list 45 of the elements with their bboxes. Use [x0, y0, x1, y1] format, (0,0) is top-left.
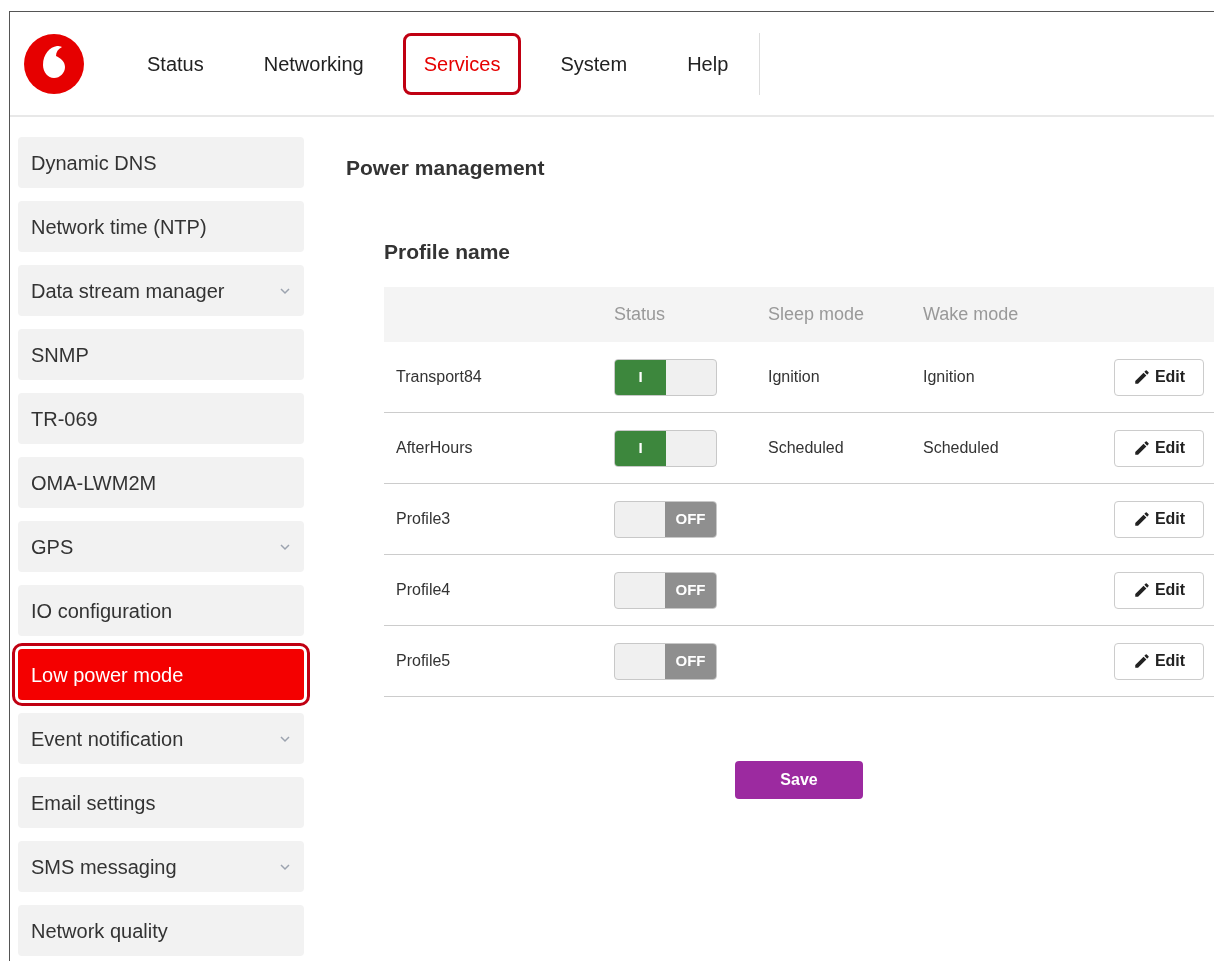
pencil-icon: [1132, 581, 1151, 599]
toggle-switch[interactable]: I: [614, 429, 717, 467]
sidebar-item[interactable]: OMA-LWM2M: [18, 457, 304, 508]
sleep-mode: Scheduled: [768, 439, 844, 456]
toggle-switch[interactable]: I: [614, 358, 717, 396]
pencil-icon: [1132, 510, 1151, 528]
edit-button[interactable]: Edit: [1114, 571, 1204, 609]
pencil-icon: [1132, 368, 1151, 386]
nav-tab[interactable]: Status: [126, 32, 225, 95]
pencil-icon: [1132, 439, 1151, 457]
sidebar-item[interactable]: SMS messaging: [18, 841, 304, 892]
nav-tab[interactable]: System: [539, 32, 649, 95]
edit-button[interactable]: Edit: [1114, 358, 1204, 396]
sidebar-item[interactable]: Event notification: [18, 713, 304, 764]
page-title: Power management: [346, 155, 546, 181]
column-header: Sleep mode: [768, 303, 866, 326]
nav-tab[interactable]: Help: [666, 32, 750, 95]
sidebar-item[interactable]: TR-069: [18, 393, 304, 444]
profile-name: Transport84: [395, 367, 483, 387]
sidebar-item[interactable]: Email settings: [18, 777, 304, 828]
sidebar-item[interactable]: IO configuration: [18, 585, 304, 636]
profile-name: AfterHours: [395, 438, 474, 458]
wake-mode: Scheduled: [923, 439, 999, 456]
sidebar-item[interactable]: Network time (NTP): [18, 201, 304, 252]
profile-name: Profile5: [395, 651, 452, 671]
profile-name: Profile4: [395, 580, 452, 600]
sidebar-item[interactable]: Data stream manager: [18, 265, 304, 316]
save-button[interactable]: Save: [735, 761, 863, 799]
column-header: Status: [614, 303, 667, 326]
nav-tab[interactable]: Services: [402, 32, 522, 95]
nav-tab[interactable]: Networking: [242, 32, 385, 95]
pencil-icon: [1132, 652, 1151, 670]
profile-name: Profile3: [395, 509, 452, 529]
section-title: Profile name: [384, 238, 512, 265]
sidebar-item[interactable]: Dynamic DNS: [18, 137, 304, 188]
sidebar-item[interactable]: Network quality: [18, 905, 304, 956]
column-header: Wake mode: [923, 303, 1019, 326]
logo-icon: [24, 33, 84, 94]
edit-button[interactable]: Edit: [1114, 429, 1204, 467]
sleep-mode: Ignition: [768, 368, 820, 385]
edit-button[interactable]: Edit: [1114, 500, 1204, 538]
wake-mode: Ignition: [923, 368, 975, 385]
sidebar-item[interactable]: GPS: [18, 521, 304, 572]
sidebar-item[interactable]: SNMP: [18, 329, 304, 380]
edit-button[interactable]: Edit: [1114, 642, 1204, 680]
